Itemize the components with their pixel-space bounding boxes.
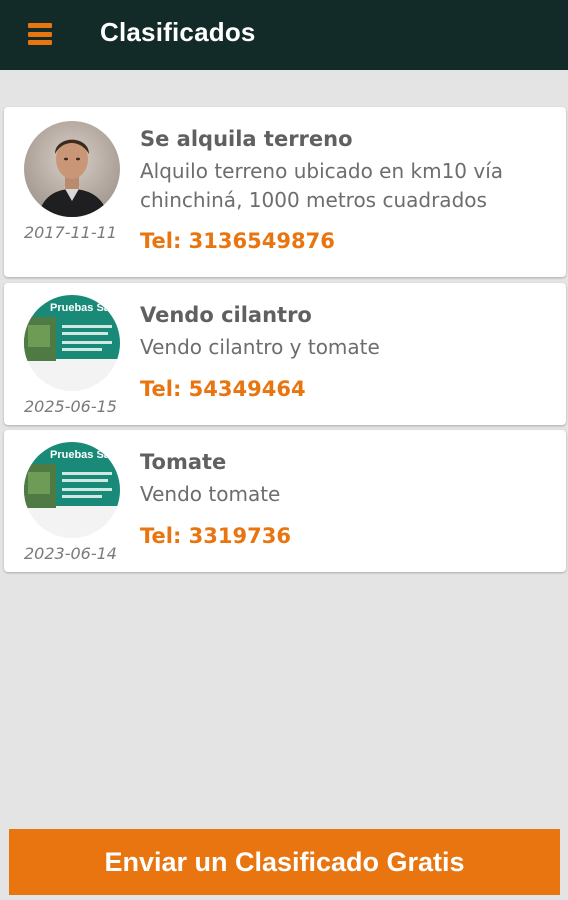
listing-title: Tomate xyxy=(140,450,227,474)
listing-card[interactable]: Pruebas Sac 2023-06-14 Tomate Vendo toma… xyxy=(4,430,566,572)
svg-text:Pruebas Sac: Pruebas Sac xyxy=(50,449,116,461)
person-photo-avatar xyxy=(24,121,120,217)
listing-phone[interactable]: Tel: 3319736 xyxy=(140,524,291,548)
listing-phone[interactable]: Tel: 54349464 xyxy=(140,377,306,401)
app-bar: Clasificados xyxy=(0,0,568,70)
submit-classified-button[interactable]: Enviar un Clasificado Gratis xyxy=(9,829,560,895)
hamburger-menu-icon[interactable] xyxy=(28,23,52,45)
listing-title: Se alquila terreno xyxy=(140,127,353,151)
listing-date: 2025-06-15 xyxy=(24,397,117,416)
listing-date: 2023-06-14 xyxy=(24,544,117,563)
svg-text:Pruebas Sac: Pruebas Sac xyxy=(50,302,116,314)
listing-phone[interactable]: Tel: 3136549876 xyxy=(140,229,335,253)
listing-description: Alquilo terreno ubicado en km10 vía chin… xyxy=(140,159,504,212)
flyer-thumbnail-avatar: Pruebas Sac xyxy=(24,295,120,391)
listing-description: Vendo tomate xyxy=(140,482,281,506)
listing-card[interactable]: 2017-11-11 Se alquila terreno Alquilo te… xyxy=(4,107,566,277)
listing-description: Vendo cilantro y tomate xyxy=(140,335,380,359)
listing-date: 2017-11-11 xyxy=(24,223,117,242)
listing-card[interactable]: Pruebas Sac 2025-06-15 Vendo cilantro Ve… xyxy=(4,283,566,425)
app-title: Clasificados xyxy=(100,17,256,47)
listing-title: Vendo cilantro xyxy=(140,303,312,327)
flyer-thumbnail-avatar: Pruebas Sac xyxy=(24,442,120,538)
